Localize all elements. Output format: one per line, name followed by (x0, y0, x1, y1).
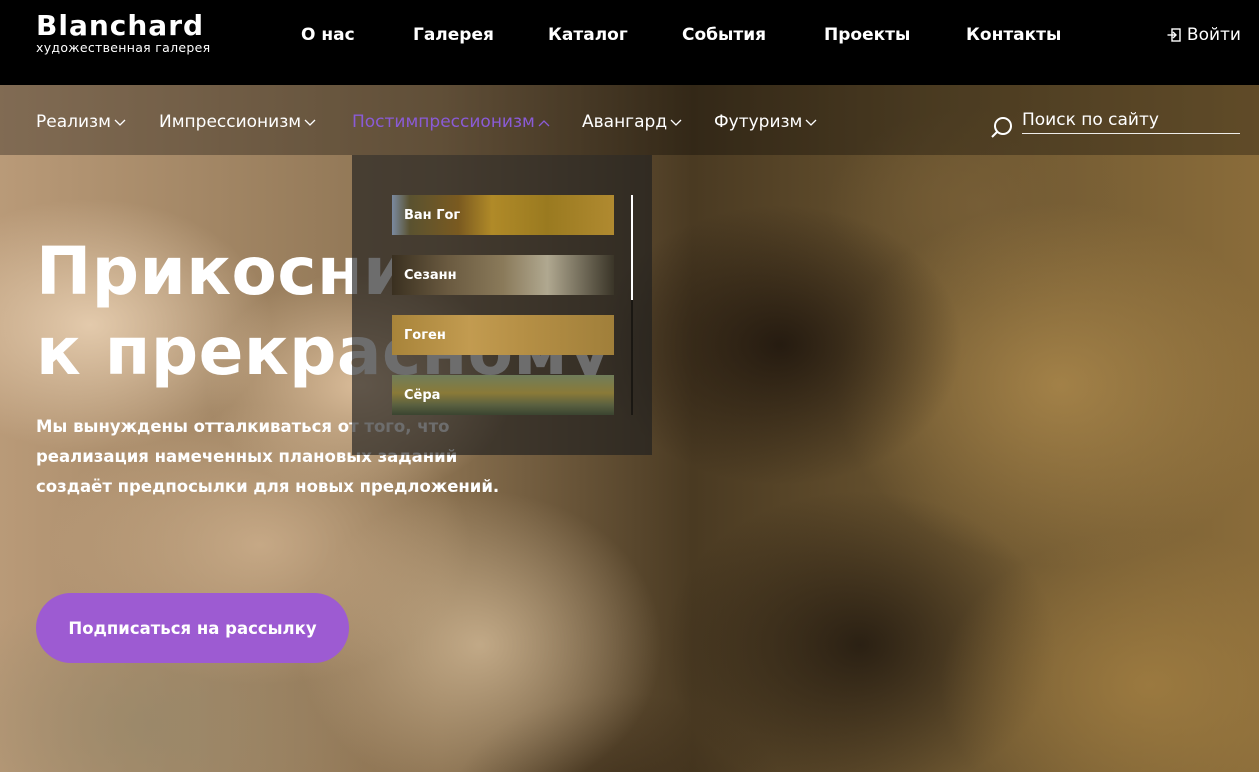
style-item-avantgarde[interactable]: Авангард (582, 111, 682, 133)
artists-dropdown: Ван Гог Сезанн Гоген Сёра (352, 155, 652, 455)
style-item-impressionism[interactable]: Импрессионизм (159, 111, 316, 133)
dropdown-item-van-gogh[interactable]: Ван Гог (392, 195, 614, 235)
style-item-realism[interactable]: Реализм (36, 111, 126, 133)
chevron-down-icon (304, 119, 316, 126)
styles-nav: Реализм Импрессионизм Постимпрессионизм … (0, 85, 1259, 155)
nav-link-events[interactable]: События (682, 24, 766, 46)
chevron-down-icon (114, 119, 126, 126)
chevron-down-icon (805, 119, 817, 126)
nav-link-projects[interactable]: Проекты (824, 24, 910, 46)
logo[interactable]: Blanchard художественная галерея (36, 12, 210, 55)
logo-name: Blanchard (36, 9, 205, 42)
dropdown-scrollbar-thumb[interactable] (631, 195, 633, 300)
login-label: Войти (1186, 25, 1241, 45)
style-item-postimpressionism[interactable]: Постимпрессионизм (352, 111, 550, 133)
style-item-label: Импрессионизм (159, 112, 302, 132)
dropdown-item-gauguin[interactable]: Гоген (392, 315, 614, 355)
search-icon[interactable] (990, 115, 1014, 139)
style-item-label: Авангард (582, 112, 668, 132)
site-header: Blanchard художественная галерея О нас Г… (0, 0, 1259, 85)
nav-link-catalog[interactable]: Каталог (548, 24, 628, 46)
nav-link-contacts[interactable]: Контакты (966, 24, 1061, 46)
chevron-up-icon (538, 120, 550, 127)
dropdown-item-label: Сезанн (404, 267, 457, 283)
dropdown-item-label: Сёра (404, 387, 441, 403)
chevron-down-icon (670, 119, 682, 126)
logo-subtitle: художественная галерея (36, 40, 211, 55)
dropdown-item-cezanne[interactable]: Сезанн (392, 255, 614, 295)
login-button[interactable]: Войти (1167, 24, 1241, 46)
nav-link-gallery[interactable]: Галерея (413, 24, 494, 46)
dropdown-item-label: Гоген (404, 327, 446, 343)
style-item-label: Постимпрессионизм (352, 112, 535, 132)
dropdown-item-label: Ван Гог (404, 207, 461, 223)
search-input[interactable] (1022, 107, 1240, 134)
dropdown-item-seurat[interactable]: Сёра (392, 375, 614, 415)
style-item-futurism[interactable]: Футуризм (714, 111, 817, 133)
style-item-label: Футуризм (714, 112, 803, 132)
login-icon (1167, 28, 1181, 42)
nav-link-about[interactable]: О нас (301, 24, 355, 46)
style-item-label: Реализм (36, 112, 111, 132)
site-search (990, 107, 1242, 139)
subscribe-button[interactable]: Подписаться на рассылку (36, 593, 349, 663)
